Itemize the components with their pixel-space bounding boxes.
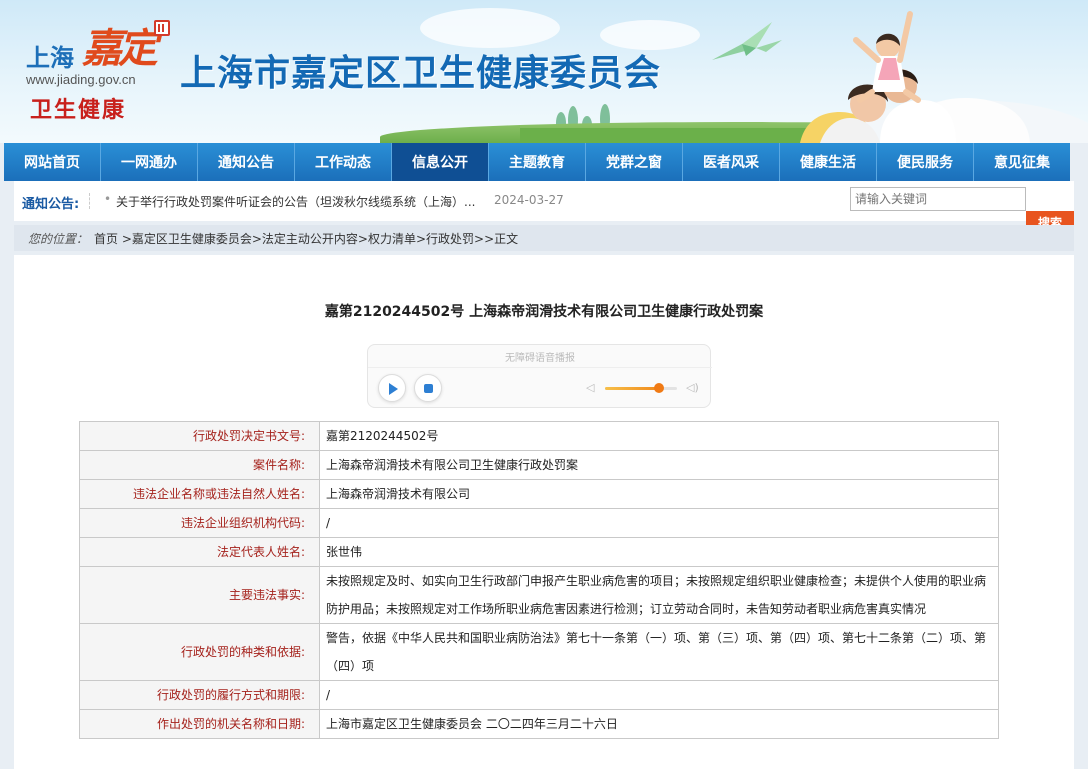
breadcrumb-path[interactable]: 首页 >嘉定区卫生健康委员会>法定主动公开内容>权力清单>行政处罚>>正文 — [94, 230, 518, 247]
logo-health-text: 卫生健康 — [30, 98, 127, 123]
site-title: 上海市嘉定区卫生健康委员会 — [180, 53, 662, 94]
main-content: 嘉第2120244502号 上海森帝润滑技术有限公司卫生健康行政处罚案 无障碍语… — [14, 255, 1074, 769]
nav-item-medical-staff[interactable]: 医者风采 — [683, 143, 780, 181]
row-value: 上海森帝润滑技术有限公司 — [319, 479, 999, 509]
family-illustration — [800, 11, 1088, 143]
table-row: 行政处罚的种类和依据: 警告，依据《中华人民共和国职业病防治法》第七十一条第（一… — [79, 623, 999, 681]
row-value: / — [319, 680, 999, 710]
breadcrumb-label: 您的位置： — [28, 232, 89, 246]
nav-item-feedback[interactable]: 意见征集 — [974, 143, 1070, 181]
row-key: 主要违法事实: — [79, 566, 320, 624]
volume-low-icon: ◁ — [586, 381, 595, 394]
logo-url: www.jiading.gov.cn — [26, 72, 136, 87]
row-value: 嘉第2120244502号 — [319, 421, 999, 451]
table-row: 法定代表人姓名: 张世伟 — [79, 537, 999, 567]
document-title: 嘉第2120244502号 上海森帝润滑技术有限公司卫生健康行政处罚案 — [324, 304, 764, 320]
row-key: 行政处罚的履行方式和期限: — [79, 680, 320, 710]
row-value: 上海森帝润滑技术有限公司卫生健康行政处罚案 — [319, 450, 999, 480]
audio-player-label: 无障碍语音播报 — [505, 353, 575, 364]
volume-slider[interactable] — [605, 383, 677, 393]
row-value: / — [319, 508, 999, 538]
notice-divider — [89, 193, 90, 209]
notice-link[interactable]: 关于举行行政处罚案件听证会的公告（坦泼秋尔线缆系统（上海）... — [116, 193, 475, 210]
audio-player: 无障碍语音播报 ◁ ◁) — [367, 344, 712, 408]
nav-item-online-service[interactable]: 一网通办 — [101, 143, 198, 181]
row-key: 违法企业组织机构代码: — [79, 508, 320, 538]
row-key: 案件名称: — [79, 450, 320, 480]
row-key: 行政处罚决定书文号: — [79, 421, 320, 451]
main-nav: 网站首页 一网通办 通知公告 工作动态 信息公开 主题教育 党群之窗 医者风采 … — [4, 143, 1070, 181]
volume-handle[interactable] — [654, 383, 664, 393]
notice-label: 通知公告: — [22, 197, 80, 212]
nav-item-party-window[interactable]: 党群之窗 — [586, 143, 683, 181]
table-row: 违法企业组织机构代码: / — [79, 508, 999, 538]
nav-item-theme-education[interactable]: 主题教育 — [489, 143, 586, 181]
row-value: 未按照规定及时、如实向卫生行政部门申报产生职业病危害的项目；未按照规定组织职业健… — [319, 566, 999, 624]
seal-icon — [154, 20, 170, 36]
row-key: 法定代表人姓名: — [79, 537, 320, 567]
nav-item-work-news[interactable]: 工作动态 — [295, 143, 392, 181]
row-value: 上海市嘉定区卫生健康委员会 二〇二四年三月二十六日 — [319, 709, 999, 739]
table-row: 违法企业名称或违法自然人姓名: 上海森帝润滑技术有限公司 — [79, 479, 999, 509]
row-key: 行政处罚的种类和依据: — [79, 623, 320, 681]
table-row: 作出处罚的机关名称和日期: 上海市嘉定区卫生健康委员会 二〇二四年三月二十六日 — [79, 709, 999, 739]
table-row: 行政处罚的履行方式和期限: / — [79, 680, 999, 710]
table-row: 行政处罚决定书文号: 嘉第2120244502号 — [79, 421, 999, 451]
nav-item-notices[interactable]: 通知公告 — [198, 143, 295, 181]
notice-bullet-icon: • — [104, 192, 112, 206]
nav-item-home[interactable]: 网站首页 — [4, 143, 101, 181]
cloud-decoration — [420, 8, 560, 48]
notice-bar: 通知公告: • 关于举行行政处罚案件听证会的公告（坦泼秋尔线缆系统（上海）...… — [14, 181, 1074, 233]
penalty-info-table: 行政处罚决定书文号: 嘉第2120244502号 案件名称: 上海森帝润滑技术有… — [79, 421, 999, 739]
row-key: 违法企业名称或违法自然人姓名: — [79, 479, 320, 509]
volume-high-icon: ◁) — [686, 381, 699, 394]
notice-date: 2024-03-27 — [494, 193, 564, 207]
search-input[interactable] — [850, 187, 1026, 211]
row-value: 警告，依据《中华人民共和国职业病防治法》第七十一条第（一）项、第（三）项、第（四… — [319, 623, 999, 681]
logo-city-text: 上海 — [26, 43, 74, 72]
row-key: 作出处罚的机关名称和日期: — [79, 709, 320, 739]
nav-item-info-disclosure[interactable]: 信息公开 — [392, 143, 489, 181]
play-button[interactable] — [378, 374, 406, 402]
row-value: 张世伟 — [319, 537, 999, 567]
table-row: 案件名称: 上海森帝润滑技术有限公司卫生健康行政处罚案 — [79, 450, 999, 480]
header-banner: 上海 嘉定 www.jiading.gov.cn 卫生健康 上海市嘉定区卫生健康… — [0, 0, 1088, 143]
nav-item-healthy-life[interactable]: 健康生活 — [780, 143, 877, 181]
audio-player-divider — [368, 367, 712, 368]
nav-item-public-service[interactable]: 便民服务 — [877, 143, 974, 181]
breadcrumb: 您的位置： 首页 >嘉定区卫生健康委员会>法定主动公开内容>权力清单>行政处罚>… — [14, 225, 1074, 251]
logo-district-text: 嘉定 — [82, 25, 158, 72]
volume-fill — [605, 387, 659, 390]
stop-button[interactable] — [414, 374, 442, 402]
table-row: 主要违法事实: 未按照规定及时、如实向卫生行政部门申报产生职业病危害的项目；未按… — [79, 566, 999, 624]
